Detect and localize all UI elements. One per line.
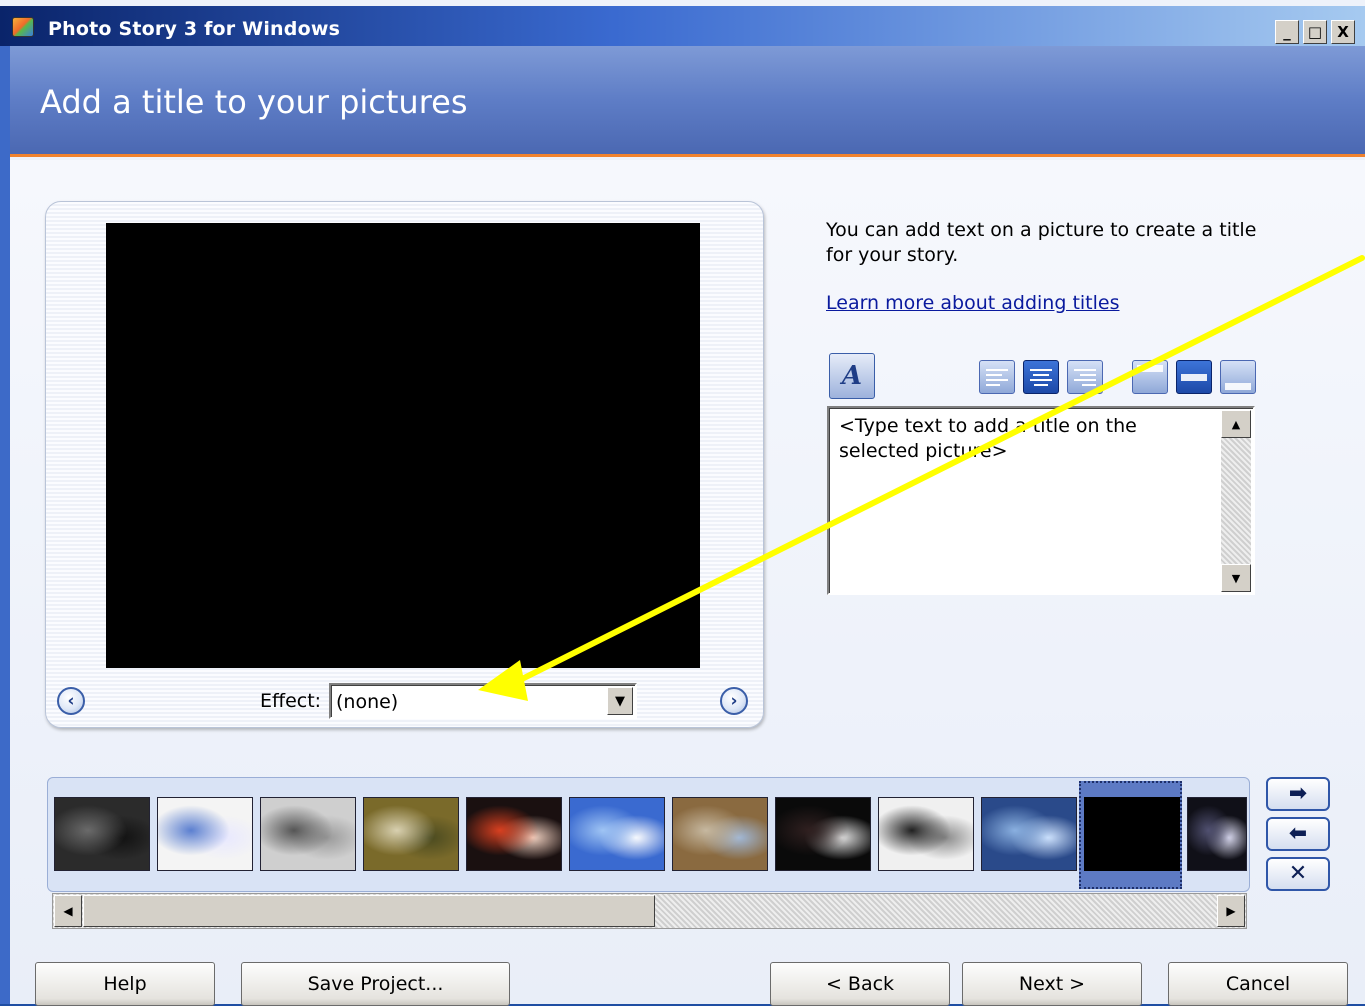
effect-dropdown[interactable]: (none) ▼	[329, 683, 637, 719]
thumbnail[interactable]	[878, 797, 974, 871]
scroll-left-button[interactable]: ◀	[54, 895, 82, 927]
align-right-button[interactable]	[1067, 360, 1103, 394]
position-bottom-icon	[1225, 383, 1251, 390]
page-header: Add a title to your pictures	[10, 46, 1365, 157]
arrow-left-small-icon: ◀	[63, 904, 73, 918]
maximize-button[interactable]: □	[1303, 20, 1327, 44]
dropdown-arrow-button[interactable]: ▼	[607, 687, 633, 715]
font-button[interactable]: A	[829, 353, 875, 399]
arrow-right-small-icon: ▶	[1226, 904, 1236, 918]
chevron-right-icon: ›	[730, 690, 738, 711]
thumbnail[interactable]	[672, 797, 768, 871]
move-left-button[interactable]: ⬅	[1266, 817, 1330, 851]
minimize-button[interactable]: _	[1275, 20, 1299, 44]
thumbnail[interactable]	[260, 797, 356, 871]
thumbnail[interactable]	[569, 797, 665, 871]
effect-label: Effect:	[260, 690, 322, 712]
next-picture-button[interactable]: ›	[720, 687, 748, 715]
scroll-down-button[interactable]: ▼	[1221, 564, 1251, 592]
x-icon: ✕	[1288, 861, 1308, 886]
move-right-button[interactable]: ➡	[1266, 777, 1330, 811]
position-top-button[interactable]	[1132, 360, 1168, 394]
thumbnail[interactable]	[1187, 797, 1247, 871]
effect-value: (none)	[336, 691, 399, 713]
title-text-placeholder: <Type text to add a title on the selecte…	[839, 415, 1137, 462]
help-button[interactable]: Help	[35, 962, 215, 1006]
title-text-box[interactable]: <Type text to add a title on the selecte…	[827, 406, 1255, 595]
thumbnail[interactable]	[54, 797, 150, 871]
position-middle-icon	[1181, 374, 1207, 381]
scroll-up-button[interactable]: ▲	[1221, 410, 1251, 438]
thumbnail[interactable]	[363, 797, 459, 871]
align-left-button[interactable]	[979, 360, 1015, 394]
cancel-button[interactable]: Cancel	[1168, 962, 1348, 1006]
learn-more-link[interactable]: Learn more about adding titles	[826, 292, 1120, 314]
film-strip-scrollbar[interactable]: ◀ ▶	[52, 893, 1247, 929]
back-button[interactable]: < Back	[770, 962, 950, 1006]
arrow-left-icon: ⬅	[1288, 821, 1308, 846]
app-icon	[12, 17, 34, 37]
position-bottom-button[interactable]	[1220, 360, 1256, 394]
arrow-up-icon: ▲	[1231, 417, 1241, 431]
picture-preview	[106, 223, 700, 668]
font-icon: A	[841, 361, 863, 391]
thumbnail[interactable]	[775, 797, 871, 871]
position-top-icon	[1137, 365, 1163, 372]
scroll-right-button[interactable]: ▶	[1217, 895, 1245, 927]
next-button[interactable]: Next >	[962, 962, 1142, 1006]
photo-story-window: Photo Story 3 for Windows _ □ X Add a ti…	[0, 0, 1365, 1006]
delete-picture-button[interactable]: ✕	[1266, 857, 1330, 891]
save-project-button[interactable]: Save Project...	[241, 962, 510, 1006]
window-frame-left	[0, 46, 10, 1004]
chevron-down-icon: ▼	[615, 693, 625, 709]
chevron-left-icon: ‹	[67, 690, 75, 711]
arrow-down-icon: ▼	[1231, 571, 1241, 585]
previous-picture-button[interactable]: ‹	[57, 687, 85, 715]
position-middle-button[interactable]	[1176, 360, 1212, 394]
close-button[interactable]: X	[1331, 20, 1355, 44]
arrow-right-icon: ➡	[1288, 781, 1308, 806]
scrollbar-thumb[interactable]	[83, 895, 655, 927]
thumbnail[interactable]	[157, 797, 253, 871]
title-text-scrollbar[interactable]: ▲ ▼	[1221, 410, 1251, 592]
app-title: Photo Story 3 for Windows	[48, 18, 341, 40]
page-title: Add a title to your pictures	[40, 83, 468, 121]
title-bar[interactable]: Photo Story 3 for Windows _ □ X	[0, 6, 1365, 46]
align-center-button[interactable]	[1023, 360, 1059, 394]
thumbnail[interactable]	[981, 797, 1077, 871]
instructions-text: You can add text on a picture to create …	[826, 219, 1257, 266]
thumbnail[interactable]	[1084, 797, 1180, 871]
thumbnail[interactable]	[466, 797, 562, 871]
